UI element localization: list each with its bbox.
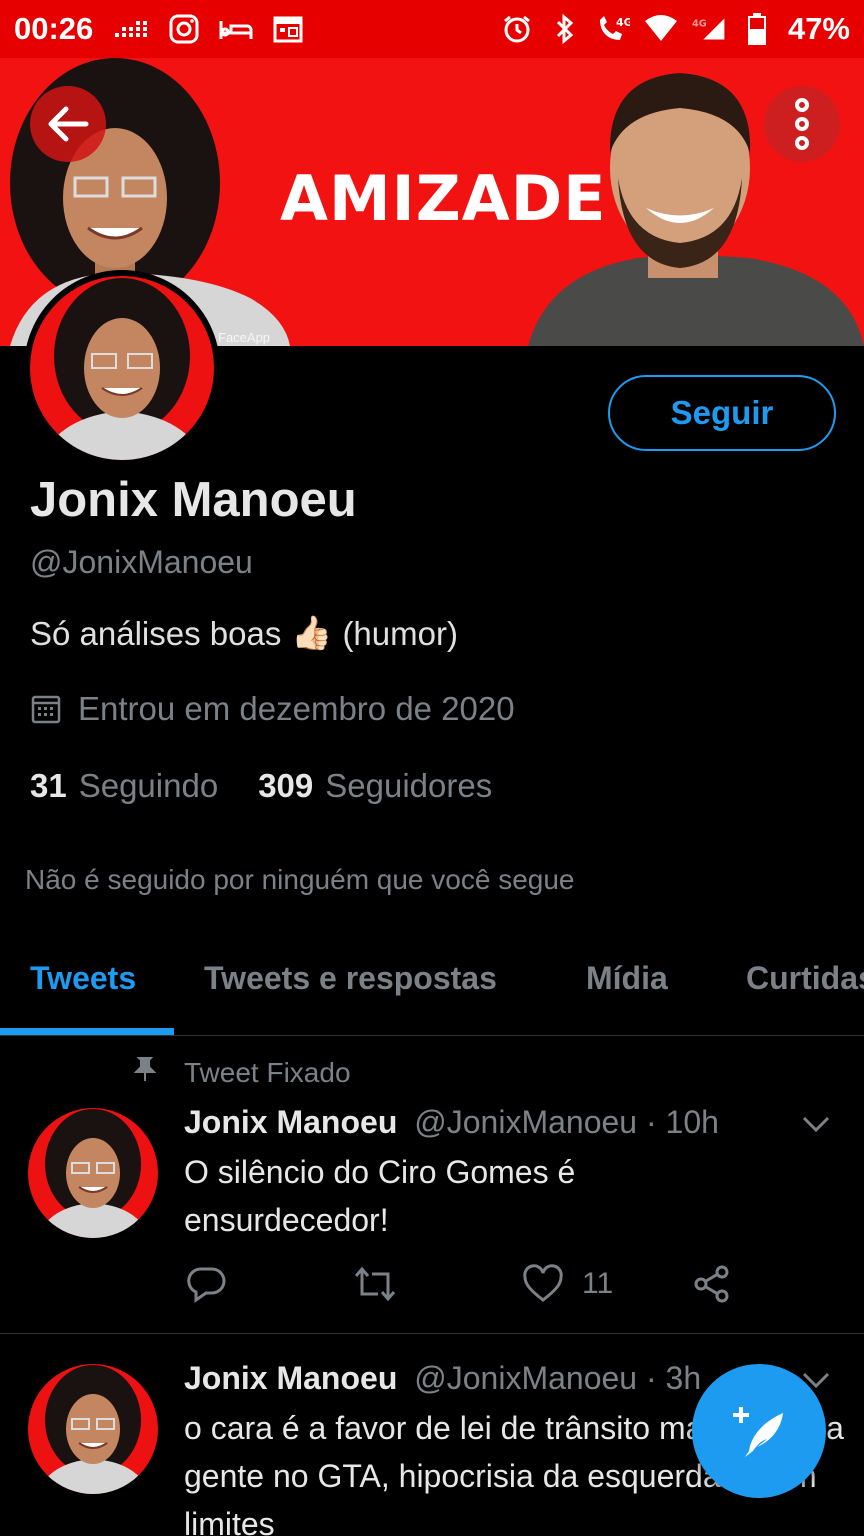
pinned-text: Tweet Fixado <box>184 1056 351 1088</box>
calendar-icon <box>31 695 61 724</box>
back-button[interactable] <box>30 86 106 162</box>
svg-text:4G: 4G <box>616 16 630 29</box>
back-arrow-icon <box>48 106 89 142</box>
avatar-image <box>28 1108 158 1238</box>
tab-tweets-replies[interactable]: Tweets e respostas <box>204 960 497 997</box>
profile-tabs: Tweets Tweets e respostas Mídia Curtidas <box>0 944 864 1036</box>
thumbs-up-emoji: 👍🏻 <box>291 614 333 651</box>
signal-dots-icon <box>115 12 149 46</box>
joined-text: Entrou em dezembro de 2020 <box>78 690 515 727</box>
follow-button[interactable]: Seguir <box>608 375 836 451</box>
joined-date: Entrou em dezembro de 2020 <box>30 690 515 728</box>
share-icon <box>694 1265 729 1303</box>
pinned-label: Tweet Fixado <box>130 1056 351 1089</box>
tweet-header: Jonix Manoeu @JonixManoeu · 10h <box>184 1104 719 1141</box>
reply-icon <box>187 1267 226 1303</box>
tweet-header: Jonix Manoeu @JonixManoeu · 3h <box>184 1360 701 1397</box>
compose-tweet-button[interactable] <box>692 1364 826 1498</box>
compose-feather-icon <box>733 1407 783 1457</box>
tweet-actions: 11 <box>184 1264 744 1308</box>
wifi-icon <box>644 12 678 46</box>
more-vertical-icon <box>795 98 809 150</box>
status-bar: 00:26 4G 4G 47% <box>0 0 864 58</box>
profile-bio: Só análises boas 👍🏻 (humor) <box>30 614 458 653</box>
status-icons-right: 4G 4G 47% <box>500 11 850 47</box>
following-link[interactable]: 31 Seguindo <box>30 767 218 805</box>
tweet-meta: @JonixManoeu · 3h <box>414 1360 702 1396</box>
active-tab-indicator <box>0 1028 174 1035</box>
followers-label: Seguidores <box>325 767 493 804</box>
banner-watermark: FaceApp <box>218 330 271 345</box>
tab-likes[interactable]: Curtidas <box>746 960 864 997</box>
tweet-meta: @JonixManoeu · 10h <box>414 1104 719 1140</box>
retweet-button[interactable] <box>352 1264 398 1304</box>
retweet-icon <box>354 1266 396 1302</box>
cell-signal-icon: 4G <box>692 12 726 46</box>
tweet-avatar[interactable] <box>28 1108 158 1238</box>
tab-tweets[interactable]: Tweets <box>30 960 136 997</box>
heart-icon <box>523 1264 563 1302</box>
profile-avatar[interactable] <box>24 270 220 466</box>
profile-display-name: Jonix Manoeu <box>30 473 357 527</box>
reply-button[interactable] <box>186 1264 226 1304</box>
chevron-down-icon[interactable] <box>800 1108 832 1140</box>
more-options-button[interactable] <box>764 86 840 162</box>
avatar-image <box>30 276 214 460</box>
like-button[interactable]: 11 <box>522 1264 613 1304</box>
tab-media[interactable]: Mídia <box>586 960 668 997</box>
tweet-divider <box>0 1333 864 1334</box>
volte-icon: 4G <box>596 12 630 46</box>
instagram-icon <box>167 12 201 46</box>
tweet-text: O silêncio do Ciro Gomes é ensurdecedor! <box>184 1154 576 1238</box>
bio-text: Só análises boas <box>30 614 282 652</box>
svg-text:4G: 4G <box>692 19 707 30</box>
tweet-author-name[interactable]: Jonix Manoeu <box>184 1360 397 1396</box>
bed-icon <box>219 12 253 46</box>
calendar-icon <box>271 12 305 46</box>
follow-stats: 31 Seguindo 309 Seguidores <box>30 767 532 805</box>
followers-link[interactable]: 309 Seguidores <box>258 767 492 805</box>
status-time: 00:26 <box>14 11 94 46</box>
alarm-icon <box>500 12 534 46</box>
like-count: 11 <box>582 1267 614 1300</box>
share-button[interactable] <box>692 1264 732 1304</box>
bio-text-suffix: (humor) <box>342 614 458 652</box>
tweet-avatar[interactable] <box>28 1364 158 1494</box>
pin-icon <box>130 1056 160 1089</box>
followers-count: 309 <box>258 767 314 804</box>
bluetooth-icon <box>548 12 582 46</box>
tweet-author-name[interactable]: Jonix Manoeu <box>184 1104 397 1140</box>
battery-percent: 47% <box>787 11 850 46</box>
profile-handle: @JonixManoeu <box>30 544 253 580</box>
not-followed-notice: Não é seguido por ninguém que você segue <box>25 864 575 895</box>
following-label: Seguindo <box>78 767 219 804</box>
battery-icon <box>740 12 774 46</box>
avatar-image <box>28 1364 158 1494</box>
following-count: 31 <box>30 767 67 804</box>
